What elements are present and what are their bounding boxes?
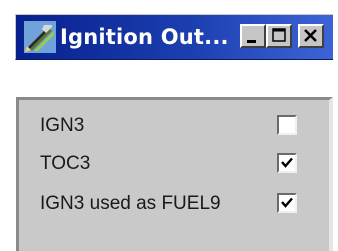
checkmark-icon <box>281 197 293 208</box>
option-label-ign3: IGN3 <box>40 115 85 136</box>
app-icon[interactable] <box>24 21 56 53</box>
maximize-icon <box>272 28 286 42</box>
option-row-ign3-fuel9: IGN3 used as FUEL9 <box>19 184 329 224</box>
checkbox-ign3[interactable] <box>277 115 297 135</box>
close-button[interactable] <box>298 24 324 48</box>
options-panel: IGN3 TOC3 IGN3 used as FUEL9 <box>16 97 333 251</box>
checkmark-icon <box>281 157 293 168</box>
title-bar[interactable]: Ignition Out... <box>15 14 333 60</box>
option-row-toc3: TOC3 <box>19 144 329 184</box>
maximize-button[interactable] <box>266 24 292 48</box>
minimize-icon <box>247 40 256 43</box>
checkbox-ign3-fuel9[interactable] <box>277 193 297 213</box>
option-label-ign3-fuel9: IGN3 used as FUEL9 <box>40 193 221 214</box>
window-title: Ignition Out... <box>60 25 229 49</box>
checkbox-toc3[interactable] <box>277 153 297 173</box>
option-label-toc3: TOC3 <box>40 153 91 174</box>
option-row-ign3: IGN3 <box>19 106 329 146</box>
minimize-button[interactable] <box>240 24 266 48</box>
close-icon <box>304 29 317 42</box>
